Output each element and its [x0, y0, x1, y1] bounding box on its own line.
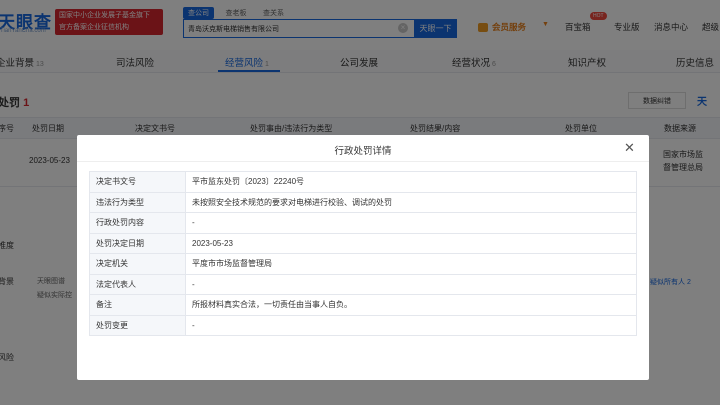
modal-title: 行政处罚详情: [334, 146, 392, 157]
detail-label: 决定机关: [89, 253, 186, 275]
detail-row: 决定书文号 平市监东处罚〔2023〕22240号: [89, 171, 637, 193]
detail-row: 行政处罚内容 -: [89, 212, 637, 234]
detail-value: -: [185, 212, 637, 234]
detail-label: 法定代表人: [89, 273, 186, 295]
detail-label: 处罚决定日期: [89, 232, 186, 254]
detail-value: 未按照安全技术规范的要求对电梯进行校验、调试的处罚: [185, 191, 637, 213]
detail-value: 平度市市场监督管理局: [185, 253, 637, 275]
detail-row: 备注 所报材料真实合法，一切责任由当事人自负。: [89, 294, 637, 316]
detail-label: 备注: [89, 294, 186, 316]
detail-value: -: [185, 314, 637, 336]
penalty-detail-modal: 行政处罚详情 ✕ 决定书文号 平市监东处罚〔2023〕22240号 违法行为类型…: [77, 135, 649, 380]
detail-value: 2023-05-23: [185, 232, 637, 254]
detail-row: 处罚决定日期 2023-05-23: [89, 232, 637, 254]
detail-row: 违法行为类型 未按照安全技术规范的要求对电梯进行校验、调试的处罚: [89, 191, 637, 213]
detail-row: 决定机关 平度市市场监督管理局: [89, 253, 637, 275]
detail-value: 所报材料真实合法，一切责任由当事人自负。: [185, 294, 637, 316]
detail-row: 法定代表人 -: [89, 273, 637, 295]
detail-value: 平市监东处罚〔2023〕22240号: [185, 171, 637, 193]
detail-label: 行政处罚内容: [89, 212, 186, 234]
detail-row: 处罚变更 -: [89, 314, 637, 336]
detail-label: 处罚变更: [89, 314, 186, 336]
detail-label: 决定书文号: [89, 171, 186, 193]
detail-label: 违法行为类型: [89, 191, 186, 213]
detail-value: -: [185, 273, 637, 295]
close-icon[interactable]: ✕: [624, 140, 635, 156]
penalty-detail-table: 决定书文号 平市监东处罚〔2023〕22240号 违法行为类型 未按照安全技术规…: [89, 171, 637, 336]
